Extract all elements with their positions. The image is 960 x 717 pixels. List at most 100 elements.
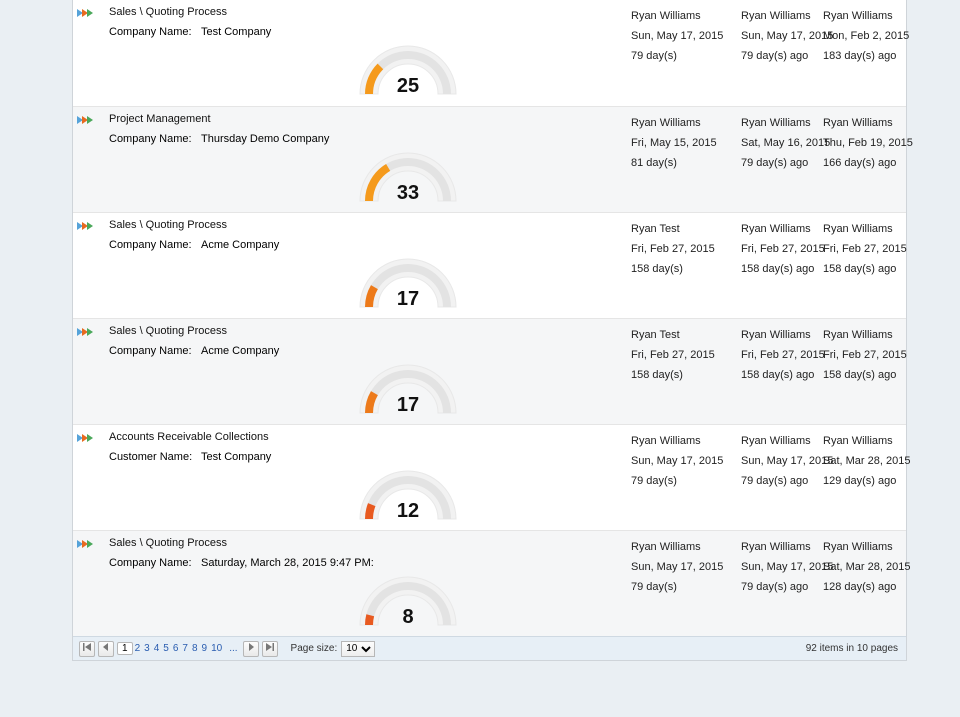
col-date: Sat, Mar 28, 2015 bbox=[823, 557, 923, 577]
row-title: Sales \ Quoting Process bbox=[109, 537, 227, 549]
pager-page-5[interactable]: 5 bbox=[161, 643, 171, 654]
col-age: 166 day(s) ago bbox=[823, 153, 923, 173]
pager-first-button[interactable] bbox=[79, 641, 95, 657]
pager-bar: 12345678910 ... Page size: 10 92 items i… bbox=[73, 636, 906, 660]
col-user: Ryan Test bbox=[631, 325, 731, 345]
row-col-1: Ryan WilliamsSun, May 17, 201579 day(s) bbox=[631, 6, 731, 66]
col-age: 81 day(s) bbox=[631, 153, 731, 173]
row-indicator-icon bbox=[77, 539, 105, 551]
row-field-value: Acme Company bbox=[201, 345, 279, 357]
pager-page-4[interactable]: 4 bbox=[152, 643, 162, 654]
row-col-1: Ryan WilliamsFri, May 15, 201581 day(s) bbox=[631, 113, 731, 173]
process-row[interactable]: Accounts Receivable CollectionsCustomer … bbox=[73, 424, 906, 530]
gauge-value: 12 bbox=[348, 500, 468, 523]
col-date: Sun, May 17, 2015 bbox=[631, 451, 731, 471]
col-user: Ryan Williams bbox=[631, 431, 731, 451]
progress-gauge: 17 bbox=[348, 351, 468, 421]
gauge-value: 33 bbox=[348, 182, 468, 205]
pager-left: 12345678910 ... Page size: 10 bbox=[79, 641, 375, 657]
row-field-label: Company Name: bbox=[109, 345, 201, 357]
row-subtitle: Company Name:Acme Company bbox=[109, 345, 279, 357]
pager-page-2[interactable]: 2 bbox=[133, 643, 143, 654]
page-size-label: Page size: bbox=[291, 643, 338, 654]
col-user: Ryan Williams bbox=[823, 325, 923, 345]
row-title: Sales \ Quoting Process bbox=[109, 219, 227, 231]
col-age: 79 day(s) bbox=[631, 46, 731, 66]
col-age: 79 day(s) bbox=[631, 577, 731, 597]
col-date: Fri, Feb 27, 2015 bbox=[631, 345, 731, 365]
pager-page-3[interactable]: 3 bbox=[142, 643, 152, 654]
col-date: Fri, Feb 27, 2015 bbox=[823, 345, 923, 365]
row-subtitle: Company Name:Acme Company bbox=[109, 239, 279, 251]
col-age: 158 day(s) bbox=[631, 365, 731, 385]
row-col-3: Ryan WilliamsFri, Feb 27, 2015158 day(s)… bbox=[823, 325, 923, 385]
col-user: Ryan Test bbox=[631, 219, 731, 239]
progress-gauge: 33 bbox=[348, 139, 468, 209]
col-date: Sun, May 17, 2015 bbox=[631, 557, 731, 577]
process-row[interactable]: Project Management Company Name:Thursday … bbox=[73, 106, 906, 212]
col-user: Ryan Williams bbox=[823, 431, 923, 451]
row-indicator-icon bbox=[77, 221, 105, 233]
process-row[interactable]: Sales \ Quoting ProcessCompany Name:Test… bbox=[73, 0, 906, 106]
row-title: Project Management bbox=[109, 113, 211, 125]
col-user: Ryan Williams bbox=[823, 113, 923, 133]
pager-page-8[interactable]: 8 bbox=[190, 643, 200, 654]
pager-page-1[interactable]: 1 bbox=[117, 642, 133, 655]
row-col-3: Ryan WilliamsSat, Mar 28, 2015129 day(s)… bbox=[823, 431, 923, 491]
row-col-1: Ryan TestFri, Feb 27, 2015158 day(s) bbox=[631, 219, 731, 279]
row-field-label: Customer Name: bbox=[109, 451, 201, 463]
pager-next-button[interactable] bbox=[243, 641, 259, 657]
process-row[interactable]: Sales \ Quoting Process Company Name:Acme… bbox=[73, 212, 906, 318]
gauge-value: 8 bbox=[348, 606, 468, 629]
pager-summary: 92 items in 10 pages bbox=[806, 643, 900, 654]
row-col-1: Ryan WilliamsSun, May 17, 201579 day(s) bbox=[631, 431, 731, 491]
row-title: Sales \ Quoting Process bbox=[109, 325, 227, 337]
col-age: 158 day(s) bbox=[631, 259, 731, 279]
row-field-value: Test Company bbox=[201, 451, 271, 463]
progress-gauge: 8 bbox=[348, 563, 468, 633]
pager-page-6[interactable]: 6 bbox=[171, 643, 181, 654]
col-date: Fri, May 15, 2015 bbox=[631, 133, 731, 153]
process-row[interactable]: Sales \ Quoting Process Company Name:Acme… bbox=[73, 318, 906, 424]
pager-page-7[interactable]: 7 bbox=[180, 643, 190, 654]
row-subtitle: Company Name:Thursday Demo Company bbox=[109, 133, 329, 145]
col-user: Ryan Williams bbox=[631, 537, 731, 557]
row-field-label: Company Name: bbox=[109, 133, 201, 145]
row-subtitle: Company Name:Saturday, March 28, 2015 9:… bbox=[109, 557, 374, 569]
col-age: 158 day(s) ago bbox=[823, 365, 923, 385]
col-age: 183 day(s) ago bbox=[823, 46, 923, 66]
row-title: Sales \ Quoting Process bbox=[109, 6, 227, 18]
progress-gauge: 25 bbox=[348, 32, 468, 102]
progress-gauge: 17 bbox=[348, 245, 468, 315]
col-user: Ryan Williams bbox=[631, 113, 731, 133]
row-col-3: Ryan WilliamsMon, Feb 2, 2015183 day(s) … bbox=[823, 6, 923, 66]
page-size-select[interactable]: 10 bbox=[341, 641, 375, 657]
row-field-value: Acme Company bbox=[201, 239, 279, 251]
col-date: Fri, Feb 27, 2015 bbox=[823, 239, 923, 259]
col-date: Thu, Feb 19, 2015 bbox=[823, 133, 923, 153]
row-field-label: Company Name: bbox=[109, 557, 201, 569]
row-field-value: Thursday Demo Company bbox=[201, 133, 329, 145]
row-field-label: Company Name: bbox=[109, 239, 201, 251]
col-age: 129 day(s) ago bbox=[823, 471, 923, 491]
gauge-value: 17 bbox=[348, 394, 468, 417]
row-col-3: Ryan WilliamsSat, Mar 28, 2015128 day(s)… bbox=[823, 537, 923, 597]
col-date: Sat, Mar 28, 2015 bbox=[823, 451, 923, 471]
col-user: Ryan Williams bbox=[631, 6, 731, 26]
pager-last-button[interactable] bbox=[262, 641, 278, 657]
pager-page-10[interactable]: 10 bbox=[209, 643, 224, 654]
process-row[interactable]: Sales \ Quoting Process Company Name:Satu… bbox=[73, 530, 906, 636]
row-subtitle: Customer Name:Test Company bbox=[109, 451, 271, 463]
col-age: 128 day(s) ago bbox=[823, 577, 923, 597]
row-col-3: Ryan WilliamsFri, Feb 27, 2015158 day(s)… bbox=[823, 219, 923, 279]
pager-ellipsis[interactable]: ... bbox=[227, 643, 239, 654]
process-list: Sales \ Quoting Process Company Name: Test… bbox=[72, 0, 907, 661]
col-age: 158 day(s) ago bbox=[823, 259, 923, 279]
pager-page-9[interactable]: 9 bbox=[200, 643, 210, 654]
col-user: Ryan Williams bbox=[823, 537, 923, 557]
col-age: 79 day(s) bbox=[631, 471, 731, 491]
gauge-value: 25 bbox=[348, 75, 468, 98]
col-user: Ryan Williams bbox=[823, 6, 923, 26]
pager-prev-button[interactable] bbox=[98, 641, 114, 657]
row-col-1: Ryan WilliamsSun, May 17, 201579 day(s) bbox=[631, 537, 731, 597]
